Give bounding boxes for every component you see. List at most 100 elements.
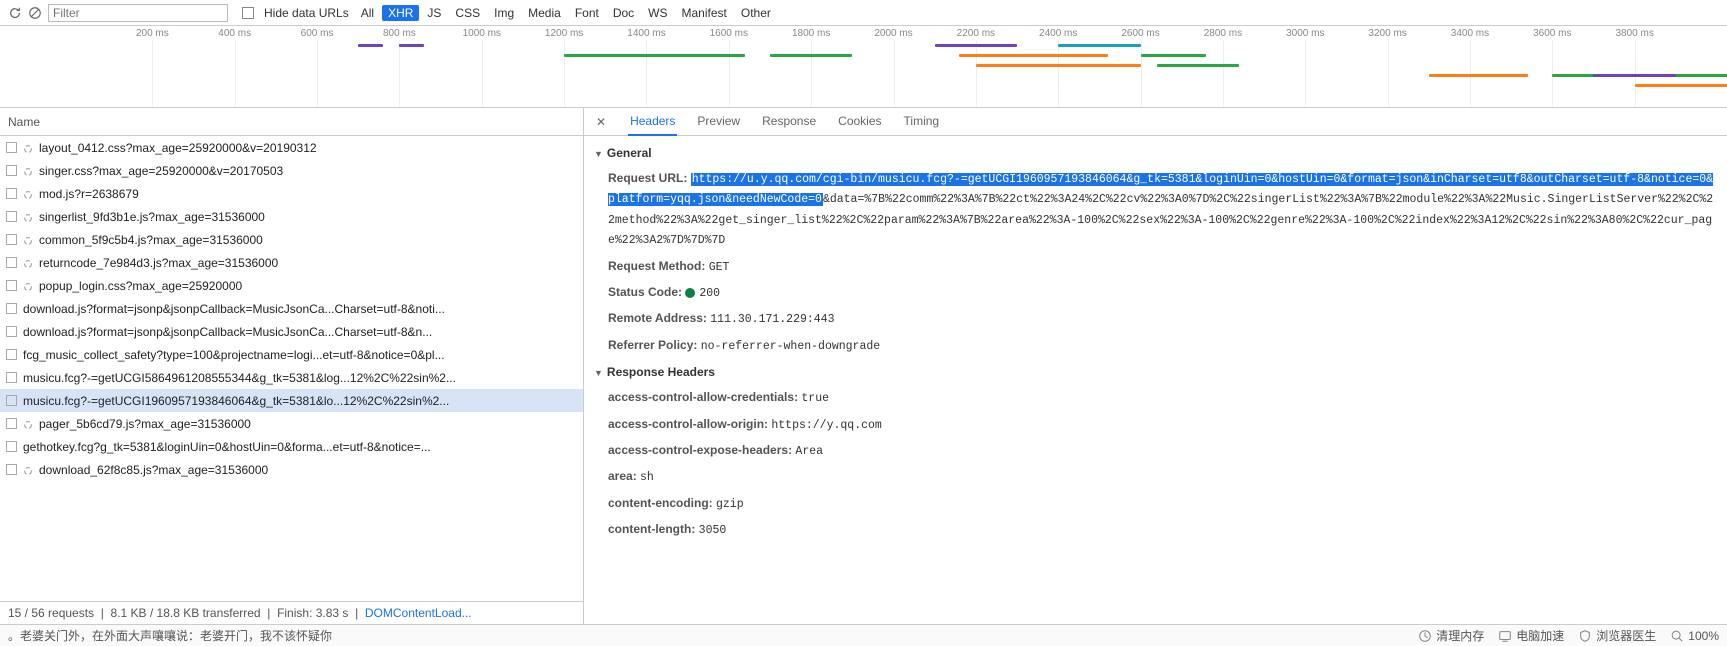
waterfall-bar[interactable] [399, 44, 424, 47]
table-row[interactable]: musicu.fcg?-=getUCGI1960957193846064&g_t… [0, 389, 583, 412]
table-row[interactable]: popup_login.css?max_age=25920000 [0, 274, 583, 297]
waterfall-bar[interactable] [1157, 64, 1239, 67]
waterfall-overview[interactable]: 200 ms400 ms600 ms800 ms1000 ms1200 ms14… [0, 26, 1727, 108]
filter-type-font[interactable]: Font [569, 5, 605, 21]
row-checkbox[interactable] [6, 165, 17, 176]
waterfall-bar[interactable] [564, 54, 745, 57]
hide-data-urls-checkbox[interactable] [242, 7, 254, 19]
table-row[interactable]: pager_5b6cd79.js?max_age=31536000 [0, 412, 583, 435]
request-name: fcg_music_collect_safety?type=100&projec… [23, 348, 445, 362]
request-method-row: Request Method: GET [594, 254, 1717, 280]
row-checkbox[interactable] [6, 441, 17, 452]
filter-type-xhr[interactable]: XHR [382, 5, 419, 21]
close-icon[interactable]: ✕ [592, 115, 610, 129]
filter-type-js[interactable]: JS [421, 5, 447, 21]
row-checkbox[interactable] [6, 395, 17, 406]
pending-icon [23, 212, 33, 222]
table-row[interactable]: mod.js?r=2638679 [0, 182, 583, 205]
waterfall-bar[interactable] [770, 54, 852, 57]
request-list-header[interactable]: Name [0, 108, 583, 136]
table-row[interactable]: musicu.fcg?-=getUCGI5864961208555344&g_t… [0, 366, 583, 389]
request-method-value: GET [709, 261, 730, 274]
row-checkbox[interactable] [6, 418, 17, 429]
waterfall-tick: 3000 ms [1286, 28, 1324, 39]
row-checkbox[interactable] [6, 464, 17, 475]
response-header-row: content-encoding: gzip [594, 491, 1717, 517]
tab-headers[interactable]: Headers [628, 108, 677, 136]
pending-icon [23, 143, 33, 153]
pending-icon [23, 166, 33, 176]
waterfall-bar[interactable] [1141, 54, 1207, 57]
waterfall-tick: 400 ms [218, 28, 251, 39]
request-name: pager_5b6cd79.js?max_age=31536000 [39, 417, 251, 431]
waterfall-tick: 1000 ms [463, 28, 501, 39]
tab-cookies[interactable]: Cookies [836, 108, 883, 136]
request-name: singerlist_9fd3b1e.js?max_age=31536000 [39, 210, 265, 224]
row-checkbox[interactable] [6, 257, 17, 268]
row-checkbox[interactable] [6, 303, 17, 314]
tab-response[interactable]: Response [760, 108, 818, 136]
speedup-button[interactable]: 电脑加速 [1498, 627, 1564, 644]
filter-type-img[interactable]: Img [488, 5, 520, 21]
table-row[interactable]: download_62f8c85.js?max_age=31536000 [0, 458, 583, 481]
detail-tabs: ✕ Headers Preview Response Cookies Timing [584, 108, 1727, 136]
filter-type-ws[interactable]: WS [642, 5, 673, 21]
row-checkbox[interactable] [6, 211, 17, 222]
row-checkbox[interactable] [6, 280, 17, 291]
table-row[interactable]: returncode_7e984d3.js?max_age=31536000 [0, 251, 583, 274]
zoom-indicator[interactable]: 100% [1670, 629, 1719, 643]
waterfall-tick: 2600 ms [1121, 28, 1159, 39]
table-row[interactable]: fcg_music_collect_safety?type=100&projec… [0, 343, 583, 366]
filter-type-media[interactable]: Media [522, 5, 567, 21]
clear-icon[interactable] [28, 6, 42, 20]
reload-icon[interactable] [8, 6, 22, 20]
request-url-label: Request URL: [608, 171, 687, 185]
filter-input[interactable] [49, 5, 227, 21]
row-checkbox[interactable] [6, 142, 17, 153]
waterfall-bar[interactable] [1593, 74, 1675, 77]
waterfall-bar[interactable] [1635, 84, 1727, 87]
waterfall-bar[interactable] [935, 44, 1017, 47]
table-row[interactable]: download.js?format=jsonp&jsonpCallback=M… [0, 297, 583, 320]
section-response-headers[interactable]: Response Headers [594, 359, 1717, 385]
row-checkbox[interactable] [6, 372, 17, 383]
waterfall-bar[interactable] [976, 64, 1141, 67]
clean-memory-button[interactable]: 清理内存 [1418, 627, 1484, 644]
waterfall-bar[interactable] [1429, 74, 1528, 77]
remote-address-value: 111.30.171.229:443 [710, 313, 834, 326]
waterfall-bar[interactable] [1058, 44, 1140, 47]
tab-timing[interactable]: Timing [902, 108, 942, 136]
header-value: gzip [716, 498, 744, 511]
row-checkbox[interactable] [6, 188, 17, 199]
waterfall-tick: 2000 ms [874, 28, 912, 39]
filter-type-manifest[interactable]: Manifest [676, 5, 733, 21]
header-value: Area [795, 445, 823, 458]
header-key: content-length: [608, 522, 695, 536]
referrer-policy-row: Referrer Policy: no-referrer-when-downgr… [594, 333, 1717, 359]
table-row[interactable]: download.js?format=jsonp&jsonpCallback=M… [0, 320, 583, 343]
section-general[interactable]: General [594, 140, 1717, 166]
tab-preview[interactable]: Preview [695, 108, 742, 136]
filter-type-css[interactable]: CSS [449, 5, 486, 21]
filter-type-other[interactable]: Other [735, 5, 777, 21]
row-checkbox[interactable] [6, 234, 17, 245]
header-value: true [801, 392, 829, 405]
detail-body: General Request URL: https://u.y.qq.com/… [584, 136, 1727, 624]
header-key: area: [608, 469, 637, 483]
table-row[interactable]: common_5f9c5b4.js?max_age=31536000 [0, 228, 583, 251]
waterfall-tick: 1600 ms [710, 28, 748, 39]
filter-type-all[interactable]: All [355, 5, 380, 21]
row-checkbox[interactable] [6, 326, 17, 337]
table-row[interactable]: layout_0412.css?max_age=25920000&v=20190… [0, 136, 583, 159]
filter-type-doc[interactable]: Doc [607, 5, 640, 21]
browser-doctor-button[interactable]: 浏览器医生 [1578, 627, 1656, 644]
request-status-bar: 15 / 56 requests | 8.1 KB / 18.8 KB tran… [0, 601, 583, 624]
table-row[interactable]: singerlist_9fd3b1e.js?max_age=31536000 [0, 205, 583, 228]
waterfall-bar[interactable] [358, 44, 383, 47]
table-row[interactable]: singer.css?max_age=25920000&v=20170503 [0, 159, 583, 182]
waterfall-tick: 1800 ms [792, 28, 830, 39]
request-name: download.js?format=jsonp&jsonpCallback=M… [23, 325, 432, 339]
waterfall-bar[interactable] [959, 54, 1107, 57]
row-checkbox[interactable] [6, 349, 17, 360]
table-row[interactable]: gethotkey.fcg?g_tk=5381&loginUin=0&hostU… [0, 435, 583, 458]
